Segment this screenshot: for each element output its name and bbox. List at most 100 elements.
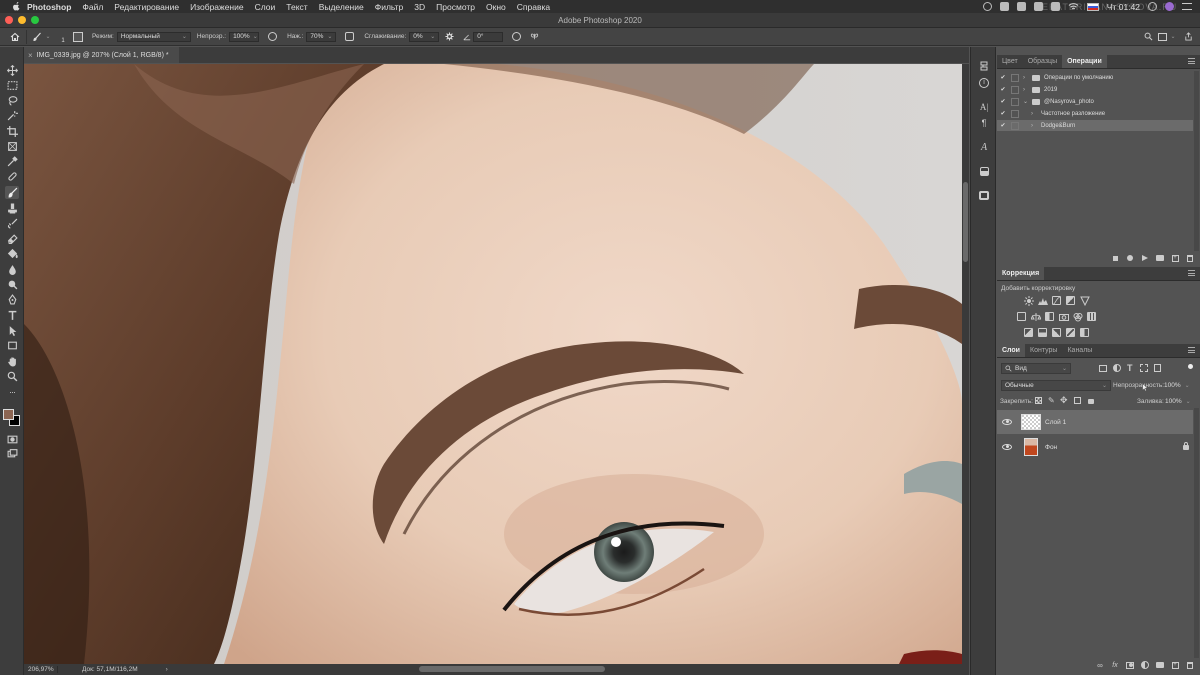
dialog-toggle[interactable] <box>1011 97 1019 106</box>
new-set-folder-icon[interactable] <box>1156 254 1164 262</box>
record-icon[interactable] <box>982 2 992 11</box>
hue-saturation-icon[interactable] <box>1017 312 1026 321</box>
lock-artboard-icon[interactable] <box>1074 397 1081 404</box>
extension-icon[interactable] <box>999 2 1009 11</box>
black-white-icon[interactable] <box>1045 312 1054 321</box>
menu-type[interactable]: Текст <box>286 2 307 12</box>
eye-icon[interactable] <box>1002 419 1012 425</box>
layer-style-icon[interactable]: fx <box>1111 661 1119 669</box>
new-layer-icon[interactable]: + <box>1171 661 1179 669</box>
scrollbar-thumb[interactable] <box>963 182 968 262</box>
lock-transparent-icon[interactable] <box>1035 397 1042 404</box>
menu-select[interactable]: Выделение <box>319 2 364 12</box>
zoom-tool[interactable] <box>5 370 19 383</box>
dropbox-icon[interactable] <box>1033 2 1043 11</box>
info-panel-icon[interactable]: i <box>978 77 990 89</box>
menu-edit[interactable]: Редактирование <box>114 2 179 12</box>
photo-filter-icon[interactable] <box>1059 312 1069 321</box>
new-action-icon[interactable]: + <box>1171 254 1179 262</box>
path-selection-tool[interactable] <box>5 324 19 337</box>
paint-bucket-tool[interactable] <box>5 247 19 260</box>
trash-icon[interactable] <box>1186 661 1194 669</box>
frame-tool[interactable] <box>5 140 19 153</box>
tab-layers[interactable]: Слои <box>997 344 1025 357</box>
filter-pixel-icon[interactable] <box>1099 365 1107 372</box>
layer-opacity-field[interactable]: 100% ⌄ <box>1164 380 1194 391</box>
blend-mode-select[interactable]: Обычные ⌄ <box>1001 380 1111 391</box>
panel-menu-icon[interactable] <box>1188 347 1195 353</box>
pen-tool[interactable] <box>5 293 19 306</box>
menu-3d[interactable]: 3D <box>414 2 425 12</box>
dodge-tool[interactable] <box>5 278 19 291</box>
layer-row[interactable]: Фон <box>997 435 1193 459</box>
clone-stamp-tool[interactable] <box>5 202 19 215</box>
character-panel-icon[interactable]: A| <box>978 101 990 113</box>
filter-smart-object-icon[interactable] <box>1154 364 1161 372</box>
share-button[interactable] <box>1178 30 1198 44</box>
new-adjustment-layer-icon[interactable] <box>1141 661 1149 669</box>
layer-name[interactable]: Слой 1 <box>1045 419 1066 426</box>
lock-image-icon[interactable]: ✎ <box>1048 397 1055 405</box>
flag-icon[interactable] <box>1086 2 1099 11</box>
tab-adjustments[interactable]: Коррекция <box>997 267 1045 280</box>
history-panel-icon[interactable] <box>978 60 990 72</box>
dialog-toggle[interactable] <box>1011 109 1019 118</box>
search-icon[interactable] <box>1148 2 1157 11</box>
properties-panel-icon[interactable] <box>978 165 990 177</box>
brush-size[interactable]: 1 <box>56 30 70 44</box>
menu-image[interactable]: Изображение <box>190 2 244 12</box>
glyphs-panel-icon[interactable]: A <box>978 141 990 153</box>
color-balance-icon[interactable] <box>1030 312 1042 321</box>
libraries-panel-icon[interactable] <box>978 189 990 201</box>
check-icon[interactable]: ✔ <box>999 110 1007 117</box>
tab-actions[interactable]: Операции <box>1062 55 1107 68</box>
lock-all-icon[interactable] <box>1088 399 1094 404</box>
tab-channels[interactable]: Каналы <box>1062 344 1097 357</box>
curves-icon[interactable] <box>1052 296 1061 305</box>
wifi-icon[interactable] <box>1068 2 1079 11</box>
healing-brush-tool[interactable] <box>5 170 19 183</box>
history-brush-tool[interactable] <box>5 217 19 230</box>
apple-icon[interactable] <box>11 2 21 12</box>
document-canvas[interactable] <box>24 64 962 664</box>
play-icon[interactable] <box>1141 254 1149 262</box>
crop-tool[interactable] <box>5 125 19 138</box>
gradient-map-icon[interactable] <box>1080 328 1089 337</box>
new-group-icon[interactable] <box>1156 661 1164 669</box>
screen-mode-button[interactable] <box>5 447 19 460</box>
layer-filter-select[interactable]: Вид ⌄ <box>1001 363 1071 374</box>
blur-tool[interactable] <box>5 263 19 276</box>
smoothing-field[interactable]: 0% ⌄ <box>409 31 440 42</box>
vertical-scrollbar[interactable] <box>962 64 969 664</box>
menu-help[interactable]: Справка <box>517 2 550 12</box>
menu-layers[interactable]: Слои <box>255 2 276 12</box>
dialog-toggle[interactable] <box>1011 121 1019 130</box>
marquee-tool[interactable] <box>5 79 19 92</box>
fill-field[interactable]: 100% ⌄ <box>1165 396 1195 407</box>
chevron-right-icon[interactable]: › <box>166 666 168 673</box>
action-set-row[interactable]: ✔ ⌄ @Nasyrova_photo <box>997 96 1193 107</box>
lock-position-icon[interactable]: ✥ <box>1060 396 1068 405</box>
channel-mixer-icon[interactable] <box>1073 312 1083 322</box>
clock[interactable]: Чт 01:42 <box>1107 2 1140 12</box>
layers-scrollbar[interactable] <box>1194 408 1199 658</box>
panel-menu-icon[interactable] <box>1188 270 1195 276</box>
menu-app-photoshop[interactable]: Photoshop <box>27 2 71 12</box>
posterize-icon[interactable] <box>1038 328 1047 337</box>
angle-field[interactable]: 0° <box>473 31 504 42</box>
pressure-opacity-toggle[interactable] <box>263 30 281 44</box>
rectangle-tool[interactable] <box>5 339 19 352</box>
mode-select[interactable]: Нормальный ⌄ <box>116 31 191 42</box>
levels-icon[interactable] <box>1038 296 1048 305</box>
workspace-switcher[interactable]: ⌄ <box>1156 30 1178 44</box>
eyedropper-tool[interactable] <box>5 155 19 168</box>
action-row-selected[interactable]: ✔ › Dodge&Burn <box>997 120 1193 131</box>
chevron-right-icon[interactable]: › <box>1023 75 1029 81</box>
pressure-size-toggle[interactable] <box>507 30 525 44</box>
move-tool[interactable] <box>5 64 19 77</box>
menu-view[interactable]: Просмотр <box>436 2 475 12</box>
record-icon[interactable] <box>1126 254 1134 262</box>
brush-preset-picker[interactable]: ⌄ <box>26 29 56 44</box>
filter-adjustment-icon[interactable] <box>1113 364 1121 372</box>
vibrance-icon[interactable] <box>1080 296 1090 306</box>
